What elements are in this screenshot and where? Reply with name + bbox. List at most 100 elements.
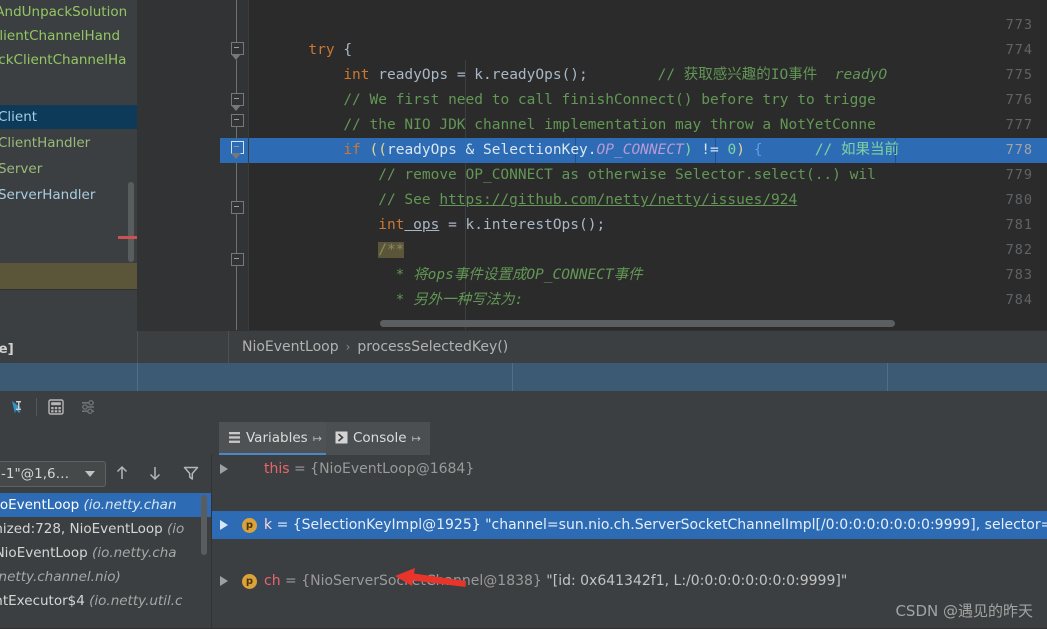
frame-row[interactable]: entExecutor$4 (io.netty.util.c (0, 589, 211, 613)
tab-variables[interactable]: Variables ↦ (219, 422, 331, 455)
line-number: 784 (1005, 292, 1033, 308)
variable-name: ch (264, 573, 281, 589)
project-tree-item[interactable]: yServerHandler (0, 183, 137, 207)
code-token-javadoc-start: /** (378, 242, 405, 258)
code-token-paren: ) (736, 142, 745, 158)
code-line-781[interactable]: int ops = k.interestOps(); (248, 213, 605, 238)
tab-console[interactable]: Console ↦ (326, 422, 430, 455)
code-token-paren: (( (360, 142, 387, 158)
panel-divider (0, 289, 137, 290)
fold-guide (236, 265, 237, 330)
expand-arrow-icon[interactable] (220, 520, 228, 530)
code-editor[interactable]: 773 774 775 776 777 778 779 780 781 782 … (137, 0, 1047, 330)
project-tree-item[interactable]: yServer (0, 157, 137, 181)
code-token-comment: // remove OP_CONNECT as otherwise Select… (378, 167, 876, 183)
variable-row[interactable]: this = {NioEventLoop@1684} (212, 455, 1047, 483)
project-tree-item[interactable]: ackClientChannelHa (0, 48, 137, 72)
project-tree-item[interactable]: tAndUnpackSolution (0, 0, 137, 24)
line-number: 782 (1005, 242, 1033, 258)
code-token-comment-italic: readyO (834, 67, 888, 83)
editor-horizontal-scrollbar[interactable] (380, 320, 895, 327)
code-token-comment: // 获取感兴趣的IO事件 (657, 67, 818, 83)
code-token-op: & (456, 142, 484, 158)
filter-icon[interactable] (182, 464, 200, 482)
frames-list[interactable]: NioEventLoop (io.netty.chan imized:728, … (0, 493, 211, 629)
editor-tab-strip[interactable] (0, 363, 1047, 391)
tab-pin-icon[interactable]: ↦ (412, 432, 421, 445)
code-token-brace: { (744, 142, 763, 158)
frame-row[interactable]: , NioEventLoop (io.netty.cha (0, 541, 211, 565)
project-tree-panel[interactable]: tAndUnpackSolution ClientChannelHand ack… (0, 0, 137, 363)
debugger-tab-bar[interactable]: Variables ↦ Console ↦ (0, 422, 1047, 455)
code-line-776[interactable]: // We first need to call finishConnect()… (248, 88, 876, 113)
code-line-779[interactable]: // remove OP_CONNECT as otherwise Select… (248, 163, 876, 188)
evaluate-expression-icon[interactable] (46, 397, 66, 417)
fold-marker[interactable] (231, 114, 244, 127)
project-tree-item-label: yClientHandler (0, 135, 91, 151)
frame-package: (io.netty.chan (83, 497, 177, 513)
arrow-up-icon[interactable] (113, 464, 131, 482)
project-tree-scrollbar[interactable] (128, 182, 134, 262)
code-line-782[interactable]: /** (248, 238, 405, 263)
breadcrumb-divider (228, 331, 229, 364)
code-token-number: 0 (727, 142, 737, 158)
tab-strip-cell[interactable] (137, 363, 513, 391)
editor-gutter[interactable] (137, 0, 220, 330)
fold-arrow-icon[interactable] (231, 153, 242, 159)
frame-row-selected[interactable]: NioEventLoop (io.netty.chan (0, 493, 211, 517)
field-icon: p (242, 518, 257, 533)
code-line-780[interactable]: // See https://github.com/netty/netty/is… (248, 188, 797, 213)
variable-row-selected[interactable]: p k = {SelectionKeyImpl@1925} "channel=s… (212, 511, 1047, 539)
code-token-keyword: int (378, 217, 405, 233)
step-into-cursor-icon[interactable] (8, 397, 28, 417)
code-token-javadoc: * 另外一种写法为: (386, 292, 524, 308)
tab-pin-icon[interactable]: ↦ (313, 432, 322, 445)
code-line-774[interactable]: try { (248, 38, 352, 63)
line-number: 779 (1005, 167, 1033, 183)
code-line-777[interactable]: // the NIO JDK channel implementation ma… (248, 113, 876, 138)
code-line-783[interactable]: * 将ops事件设置成OP_CONNECT事件 (248, 263, 643, 288)
code-token-keyword: try (308, 42, 335, 58)
code-line-775[interactable]: int readyOps = k.readyOps(); // 获取感兴趣的IO… (248, 63, 887, 88)
variable-name: k (264, 517, 273, 533)
thread-selector[interactable]: -1"@1,6… (0, 461, 106, 487)
fold-guide (236, 163, 237, 201)
fold-marker[interactable] (231, 253, 244, 266)
tab-strip-cell[interactable] (512, 363, 888, 391)
chevron-down-icon[interactable] (85, 471, 95, 477)
fold-arrow-icon[interactable] (231, 105, 242, 111)
line-number: 783 (1005, 267, 1033, 283)
watermark: CSDN @遇见的昨天 (895, 602, 1033, 620)
tab-strip-cell[interactable] (0, 363, 138, 391)
variable-row[interactable]: p ch = {NioServerSocketChannel@1838} "[i… (212, 567, 1047, 595)
frames-panel[interactable]: -1"@1,6… NioEventLoop (io.netty.chan imi… (0, 455, 211, 629)
fold-marker[interactable] (231, 201, 244, 214)
frame-method: , NioEventLoop (0, 545, 88, 561)
breadcrumb-method[interactable]: processSelectedKey() (357, 339, 508, 355)
frames-scrollbar[interactable] (201, 495, 207, 555)
project-tree-item-selected[interactable]: yClient (0, 105, 137, 129)
project-tree-footer[interactable]: te] (0, 336, 137, 363)
line-number-current: 778 (1005, 142, 1033, 158)
project-tree-item-label: yServer (0, 161, 43, 177)
arrow-down-icon[interactable] (146, 464, 164, 482)
code-token-link[interactable]: https://github.com/netty/netty/issues/92… (439, 192, 797, 208)
debugger-toolbar[interactable] (0, 391, 1047, 422)
frame-row[interactable]: o.netty.channel.nio) (0, 565, 211, 589)
expand-arrow-icon[interactable] (220, 464, 228, 474)
code-line-778[interactable]: if ((readyOps & SelectionKey.OP_CONNECT)… (248, 138, 899, 163)
expand-arrow-icon[interactable] (220, 576, 228, 586)
project-tree-item[interactable]: yClientHandler (0, 131, 137, 155)
project-tree-item[interactable]: ClientChannelHand (0, 24, 137, 48)
fold-guide (236, 126, 237, 138)
tab-strip-cell[interactable] (887, 363, 1047, 391)
settings-list-icon[interactable] (78, 397, 98, 417)
toolbar-divider (36, 398, 37, 416)
code-line-784[interactable]: * 另外一种写法为: (248, 288, 524, 313)
code-token-class: SelectionKey. (483, 142, 597, 158)
frame-row[interactable]: imized:728, NioEventLoop (io (0, 517, 211, 541)
breadcrumb[interactable]: NioEventLoop › processSelectedKey() (137, 330, 1047, 364)
line-number: 781 (1005, 217, 1033, 233)
breadcrumb-class[interactable]: NioEventLoop (242, 339, 339, 355)
line-number: 774 (1005, 42, 1033, 58)
